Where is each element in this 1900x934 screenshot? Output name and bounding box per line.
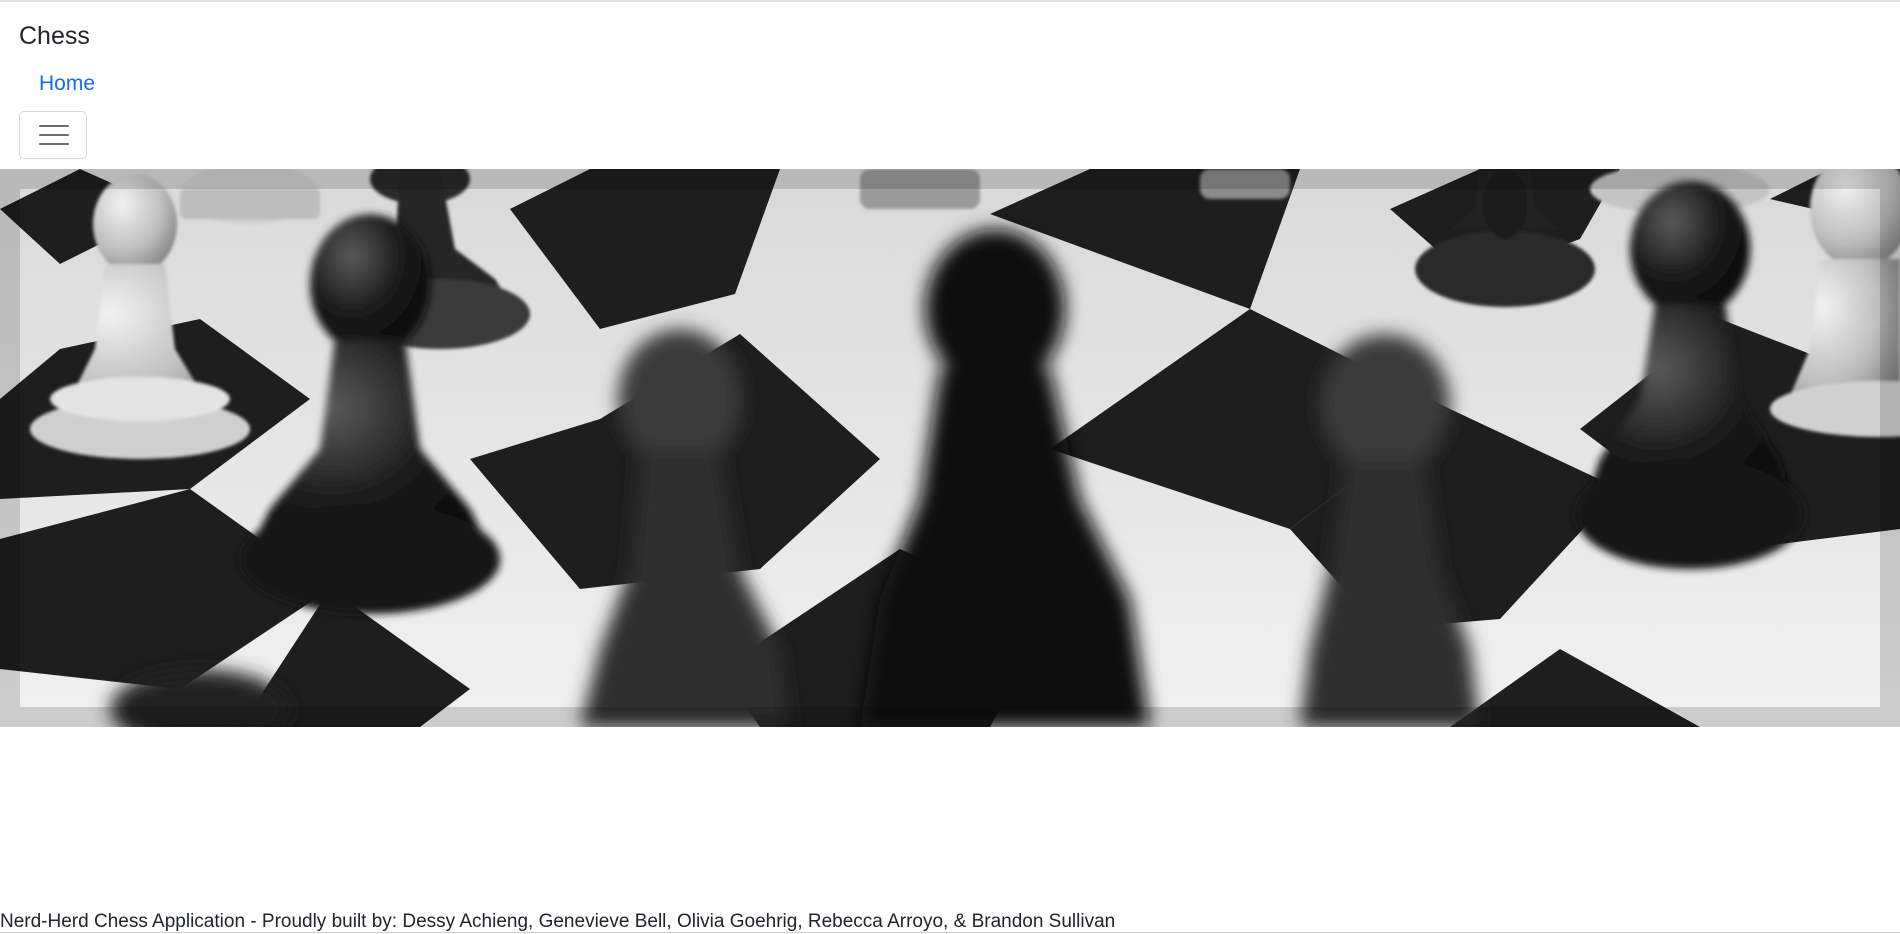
nav-link-home[interactable]: Home	[39, 70, 95, 98]
footer: Nerd-Herd Chess Application - Proudly bu…	[0, 910, 1900, 933]
hero-chess-image	[0, 169, 1900, 727]
chess-board-photo	[0, 169, 1900, 727]
navbar-brand[interactable]: Chess	[19, 20, 90, 52]
navbar-toggler-button[interactable]	[19, 111, 87, 159]
footer-credits-text: Nerd-Herd Chess Application - Proudly bu…	[0, 911, 1116, 932]
navbar: Chess Home	[0, 2, 1900, 169]
